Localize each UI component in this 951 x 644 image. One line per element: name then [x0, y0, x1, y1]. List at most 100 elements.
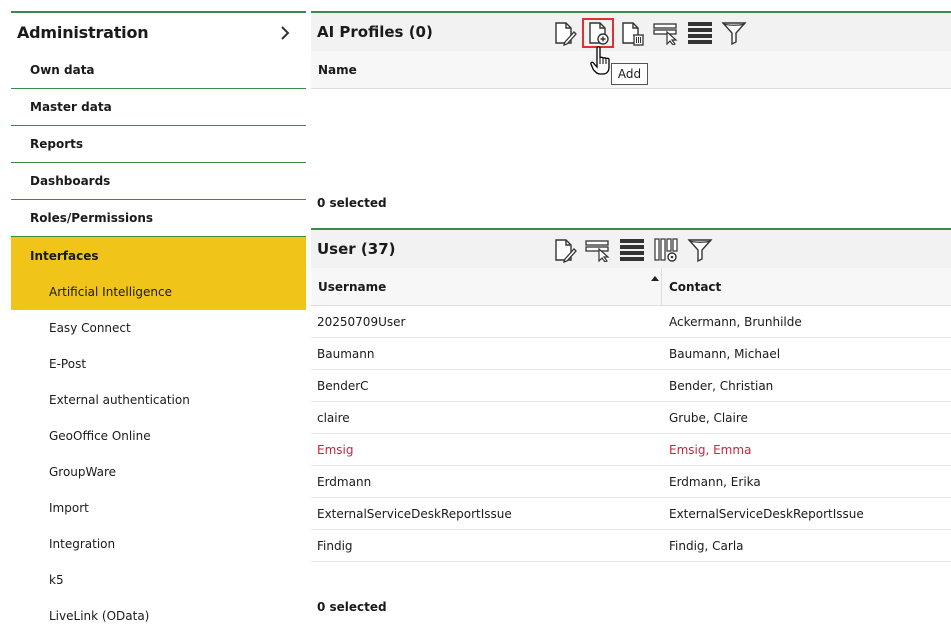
- select-icon: [585, 240, 610, 262]
- tooltip-text: Add: [617, 67, 642, 81]
- hand-cursor-icon: [590, 46, 610, 75]
- sidebar-item-interfaces[interactable]: Interfaces: [11, 237, 306, 274]
- sidebar-subitem-label: Artificial Intelligence: [49, 285, 172, 299]
- sidebar: Administration Own data Master data Repo…: [11, 11, 306, 644]
- list-view-button[interactable]: [685, 19, 715, 47]
- filter-icon: [687, 239, 713, 263]
- sidebar-subitem-label: LiveLink (OData): [49, 609, 150, 623]
- list-view-button[interactable]: [617, 236, 647, 264]
- cell-contact: Erdmann, Erika: [669, 475, 761, 489]
- cell-username: ExternalServiceDeskReportIssue: [317, 507, 512, 521]
- sidebar-subitem-e-post[interactable]: E-Post: [11, 346, 306, 382]
- sidebar-item-dashboards[interactable]: Dashboards: [11, 163, 306, 200]
- table-row[interactable]: BenderC Bender, Christian: [311, 370, 951, 402]
- list-icon: [620, 239, 644, 261]
- cell-username: Erdmann: [317, 475, 372, 489]
- table-row[interactable]: ExternalServiceDeskReportIssue ExternalS…: [311, 498, 951, 530]
- column-username[interactable]: Username: [318, 280, 386, 294]
- cell-username: claire: [317, 411, 350, 425]
- delete-icon: [622, 22, 644, 46]
- ai-profiles-title: AI Profiles (0): [317, 23, 433, 41]
- cell-username: 20250709User: [317, 315, 406, 329]
- sidebar-item-label: Dashboards: [30, 174, 111, 188]
- filter-button[interactable]: [719, 19, 749, 47]
- table-row[interactable]: Erdmann Erdmann, Erika: [311, 466, 951, 498]
- ai-profiles-panel: AI Profiles (0) Name 0 selected: [311, 11, 951, 229]
- select-button[interactable]: [583, 236, 613, 264]
- sidebar-item-roles-permissions[interactable]: Roles/Permissions: [11, 200, 306, 237]
- add-icon: [589, 22, 609, 45]
- cell-contact: Ackermann, Brunhilde: [669, 315, 802, 329]
- cell-contact: Baumann, Michael: [669, 347, 781, 361]
- columns-settings-icon: [654, 238, 678, 262]
- sidebar-subitem-label: GroupWare: [49, 465, 117, 479]
- table-row[interactable]: claire Grube, Claire: [311, 402, 951, 434]
- sidebar-item-label: Roles/Permissions: [30, 211, 154, 225]
- sidebar-subitem-external-authentication[interactable]: External authentication: [11, 382, 306, 418]
- sidebar-item-own-data[interactable]: Own data: [11, 52, 306, 89]
- list-icon: [688, 22, 712, 44]
- cell-contact: Findig, Carla: [669, 539, 744, 553]
- sidebar-subitem-label: k5: [49, 573, 64, 587]
- user-toolbar: [549, 236, 719, 264]
- edit-button[interactable]: [549, 236, 579, 264]
- sidebar-item-label: Master data: [30, 100, 112, 114]
- sidebar-subitem-livelink-odata[interactable]: LiveLink (OData): [11, 598, 306, 634]
- column-divider[interactable]: [661, 268, 662, 305]
- sidebar-title: Administration: [17, 23, 149, 42]
- sidebar-subitem-label: Easy Connect: [49, 321, 131, 335]
- sidebar-item-label: Own data: [30, 63, 95, 77]
- cell-username: Findig: [317, 539, 353, 553]
- user-title: User (37): [317, 240, 396, 258]
- ai-profiles-header: AI Profiles (0): [311, 11, 951, 51]
- user-panel: User (37) Username Contact 20250709User …: [311, 228, 951, 644]
- column-contact[interactable]: Contact: [669, 280, 721, 294]
- sidebar-subitem-easy-connect[interactable]: Easy Connect: [11, 310, 306, 346]
- user-column-header: Username Contact: [311, 268, 951, 306]
- sidebar-subitem-import[interactable]: Import: [11, 490, 306, 526]
- sidebar-subitem-artificial-intelligence[interactable]: Artificial Intelligence: [11, 274, 306, 310]
- table-row[interactable]: 20250709User Ackermann, Brunhilde: [311, 306, 951, 338]
- sidebar-subitem-geooffice-online[interactable]: GeoOffice Online: [11, 418, 306, 454]
- columns-settings-button[interactable]: [651, 236, 681, 264]
- sidebar-item-label: Interfaces: [30, 248, 99, 263]
- cell-username: Baumann: [317, 347, 375, 361]
- chevron-right-icon[interactable]: [278, 25, 292, 40]
- table-row[interactable]: Findig Findig, Carla: [311, 530, 951, 562]
- sidebar-item-master-data[interactable]: Master data: [11, 89, 306, 126]
- edit-button[interactable]: [549, 19, 579, 47]
- cell-username: Emsig: [317, 443, 354, 457]
- cell-contact: Grube, Claire: [669, 411, 748, 425]
- add-button[interactable]: [582, 18, 614, 48]
- filter-button[interactable]: [685, 236, 715, 264]
- column-name[interactable]: Name: [318, 63, 357, 77]
- table-row[interactable]: Baumann Baumann, Michael: [311, 338, 951, 370]
- edit-icon: [555, 22, 577, 46]
- sidebar-subitem-label: Integration: [49, 537, 116, 551]
- sidebar-subitem-label: E-Post: [49, 357, 87, 371]
- filter-icon: [721, 22, 747, 46]
- user-header: User (37): [311, 228, 951, 268]
- add-tooltip: Add: [611, 63, 648, 85]
- select-button[interactable]: [651, 19, 681, 47]
- table-row[interactable]: Emsig Emsig, Emma: [311, 434, 951, 466]
- ai-profiles-toolbar: [549, 18, 753, 48]
- delete-button[interactable]: [617, 19, 647, 47]
- cell-contact: ExternalServiceDeskReportIssue: [669, 507, 864, 521]
- sidebar-subitem-label: GeoOffice Online: [49, 429, 151, 443]
- sidebar-item-label: Reports: [30, 137, 84, 151]
- sort-ascending-icon[interactable]: [651, 276, 659, 281]
- sidebar-subitem-label: Import: [49, 501, 89, 515]
- sidebar-subitem-k5[interactable]: k5: [11, 562, 306, 598]
- user-selection-count: 0 selected: [317, 600, 387, 614]
- edit-icon: [555, 239, 577, 263]
- sidebar-item-reports[interactable]: Reports: [11, 126, 306, 163]
- cell-contact: Emsig, Emma: [669, 443, 752, 457]
- cell-contact: Bender, Christian: [669, 379, 774, 393]
- sidebar-header[interactable]: Administration: [11, 11, 306, 52]
- sidebar-subitem-integration[interactable]: Integration: [11, 526, 306, 562]
- sidebar-subitem-groupware[interactable]: GroupWare: [11, 454, 306, 490]
- ai-profiles-selection-count: 0 selected: [317, 196, 387, 210]
- select-icon: [653, 23, 678, 45]
- sidebar-subitem-label: External authentication: [49, 393, 190, 407]
